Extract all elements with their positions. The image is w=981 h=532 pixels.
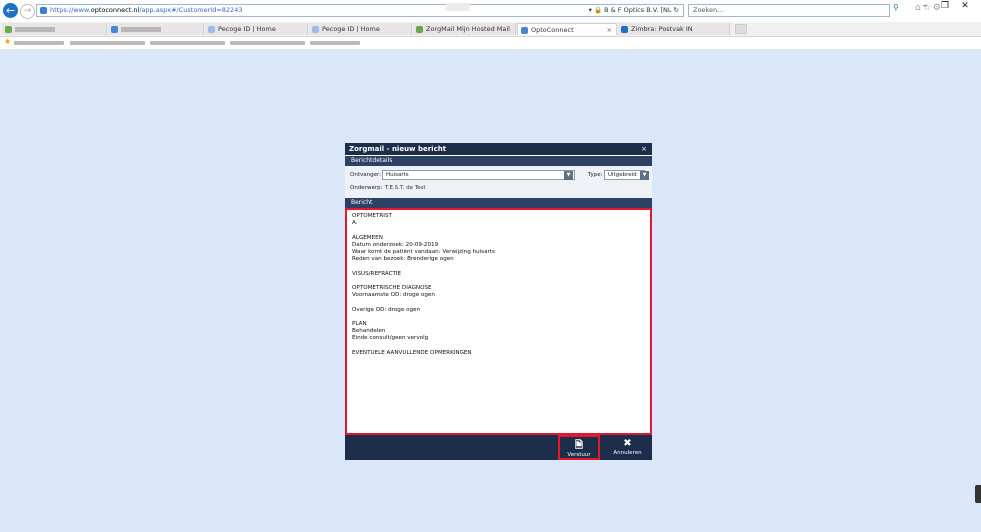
address-url: https://www.optoconnect.nl/app.aspx#/Cus… bbox=[50, 6, 243, 14]
header-marker bbox=[446, 3, 470, 11]
send-button[interactable]: 🗎 Verstuur bbox=[558, 435, 600, 460]
tab-favicon bbox=[416, 26, 423, 33]
recipient-value: Huisarts bbox=[386, 172, 409, 178]
message-line: Einde consult/geen vervolg bbox=[352, 335, 429, 342]
search-icon[interactable]: ⚲ bbox=[893, 3, 899, 12]
type-select[interactable]: Uitgebreid bbox=[604, 170, 645, 180]
message-line: OPTOMETRISCHE DIAGNOSE bbox=[352, 284, 432, 291]
back-arrow-icon[interactable]: ← bbox=[3, 3, 18, 18]
favorite-link[interactable] bbox=[230, 41, 305, 45]
tab-optoconnect[interactable]: OptoConnect × bbox=[517, 23, 617, 35]
message-line bbox=[352, 227, 645, 234]
dialog-header: Zorgmail - nieuw bericht × bbox=[345, 143, 652, 155]
tab-bar: Pecoge ID | Home Pecoge ID | Home ZorgMa… bbox=[0, 22, 981, 37]
message-body-editor[interactable]: OPTOMETRIST A. ALGEMEEN Datum onderzoek: 20… bbox=[345, 208, 652, 435]
new-message-dialog: Zorgmail - nieuw bericht × Berichtdetail… bbox=[345, 143, 652, 460]
message-line bbox=[352, 263, 645, 270]
message-line: Reden van bezoek: Brenderige ogen bbox=[352, 256, 454, 263]
recipient-select[interactable]: Huisarts bbox=[382, 170, 575, 180]
close-x-icon: ✖ bbox=[623, 438, 632, 449]
chevron-down-icon[interactable]: ▼ bbox=[640, 171, 649, 180]
message-line: OPTOMETRIST bbox=[352, 213, 392, 219]
favorites-bar: ★ bbox=[0, 37, 981, 50]
message-line: VISUS/REFRACTIE bbox=[352, 270, 402, 277]
favorite-link[interactable] bbox=[70, 41, 145, 45]
tab-favicon bbox=[521, 27, 528, 34]
tab-blurred-1[interactable] bbox=[2, 23, 107, 35]
address-bar-tools[interactable]: ▾ 🔒 B & F Optics B.V. [NL ↻ bbox=[589, 6, 679, 14]
message-line bbox=[352, 343, 645, 350]
message-line: Overige OD: droge ogen bbox=[352, 306, 421, 313]
section-header-details: Berichtdetails bbox=[345, 156, 652, 166]
favorite-link[interactable] bbox=[310, 41, 360, 45]
message-line bbox=[352, 314, 645, 321]
chevron-down-icon[interactable]: ▼ bbox=[564, 171, 573, 180]
tab-zorgmail[interactable]: ZorgMail Mijn Hosted Mail bbox=[413, 23, 516, 35]
tab-blurred-2[interactable] bbox=[108, 23, 204, 35]
favorites-star-icon[interactable]: ★ bbox=[4, 37, 11, 46]
message-line: EVENTUELE AANVULLENDE OPMERKINGEN bbox=[352, 349, 472, 356]
message-line: PLAN bbox=[352, 320, 367, 327]
new-tab-button[interactable] bbox=[735, 24, 747, 34]
tab-favicon bbox=[621, 26, 628, 33]
search-placeholder: Zoeken... bbox=[693, 6, 724, 14]
favorite-link[interactable] bbox=[14, 41, 64, 45]
message-line: Datum onderzoek: 20-09-2019 bbox=[352, 241, 439, 248]
cancel-button-label: Annuleren bbox=[613, 450, 642, 456]
tab-close-icon[interactable]: × bbox=[607, 24, 612, 35]
send-document-icon: 🗎 bbox=[574, 440, 584, 451]
details-panel: Ontvanger: Huisarts ▼ Type: Uitgebreid ▼… bbox=[345, 166, 652, 198]
tab-favicon bbox=[312, 26, 319, 33]
tab-favicon bbox=[208, 26, 215, 33]
subject-label: Onderwerp: bbox=[350, 185, 383, 191]
tab-zimbra[interactable]: Zimbra: Postvak IN bbox=[618, 23, 730, 35]
tab-pecoge-2[interactable]: Pecoge ID | Home bbox=[309, 23, 412, 35]
search-input[interactable]: Zoeken... bbox=[688, 4, 890, 17]
subject-value: T.E.S.T. de Test bbox=[385, 185, 426, 191]
browser-title-bar: ← → https://www.optoconnect.nl/app.aspx#… bbox=[0, 0, 981, 22]
close-window-icon[interactable]: ✕ bbox=[955, 1, 975, 11]
tab-favicon bbox=[111, 26, 118, 33]
dialog-title: Zorgmail - nieuw bericht bbox=[349, 145, 447, 153]
message-line bbox=[352, 278, 645, 285]
favorite-link[interactable] bbox=[150, 41, 225, 45]
site-icon bbox=[40, 7, 47, 14]
minimize-icon[interactable]: – bbox=[915, 1, 935, 11]
side-panel-handle[interactable] bbox=[975, 485, 981, 503]
tab-favicon bbox=[5, 26, 12, 33]
message-line: Waar komt de patiënt vandaan: Verwijzing… bbox=[352, 249, 495, 255]
recipient-label: Ontvanger: bbox=[350, 172, 381, 178]
restore-icon[interactable]: ❐ bbox=[935, 1, 955, 11]
section-header-message: Bericht bbox=[345, 198, 652, 208]
forward-arrow-icon[interactable]: → bbox=[20, 4, 35, 19]
message-line: ALGEMEEN bbox=[352, 234, 383, 241]
cancel-button[interactable]: ✖ Annuleren bbox=[605, 435, 650, 460]
message-line bbox=[352, 299, 645, 306]
message-line: Voornaamste OD: droge ogen bbox=[352, 292, 435, 299]
tab-pecoge-1[interactable]: Pecoge ID | Home bbox=[205, 23, 308, 35]
dialog-footer: 🗎 Verstuur ✖ Annuleren bbox=[345, 435, 652, 460]
message-line: A. bbox=[352, 220, 358, 227]
type-value: Uitgebreid bbox=[608, 172, 637, 178]
address-bar[interactable]: https://www.optoconnect.nl/app.aspx#/Cus… bbox=[36, 4, 684, 17]
close-icon[interactable]: × bbox=[641, 143, 647, 155]
type-label: Type: bbox=[588, 172, 603, 178]
message-line: Behandelen bbox=[352, 328, 386, 335]
send-button-label: Verstuur bbox=[567, 452, 591, 458]
window-controls[interactable]: – ❐ ✕ bbox=[915, 1, 979, 13]
